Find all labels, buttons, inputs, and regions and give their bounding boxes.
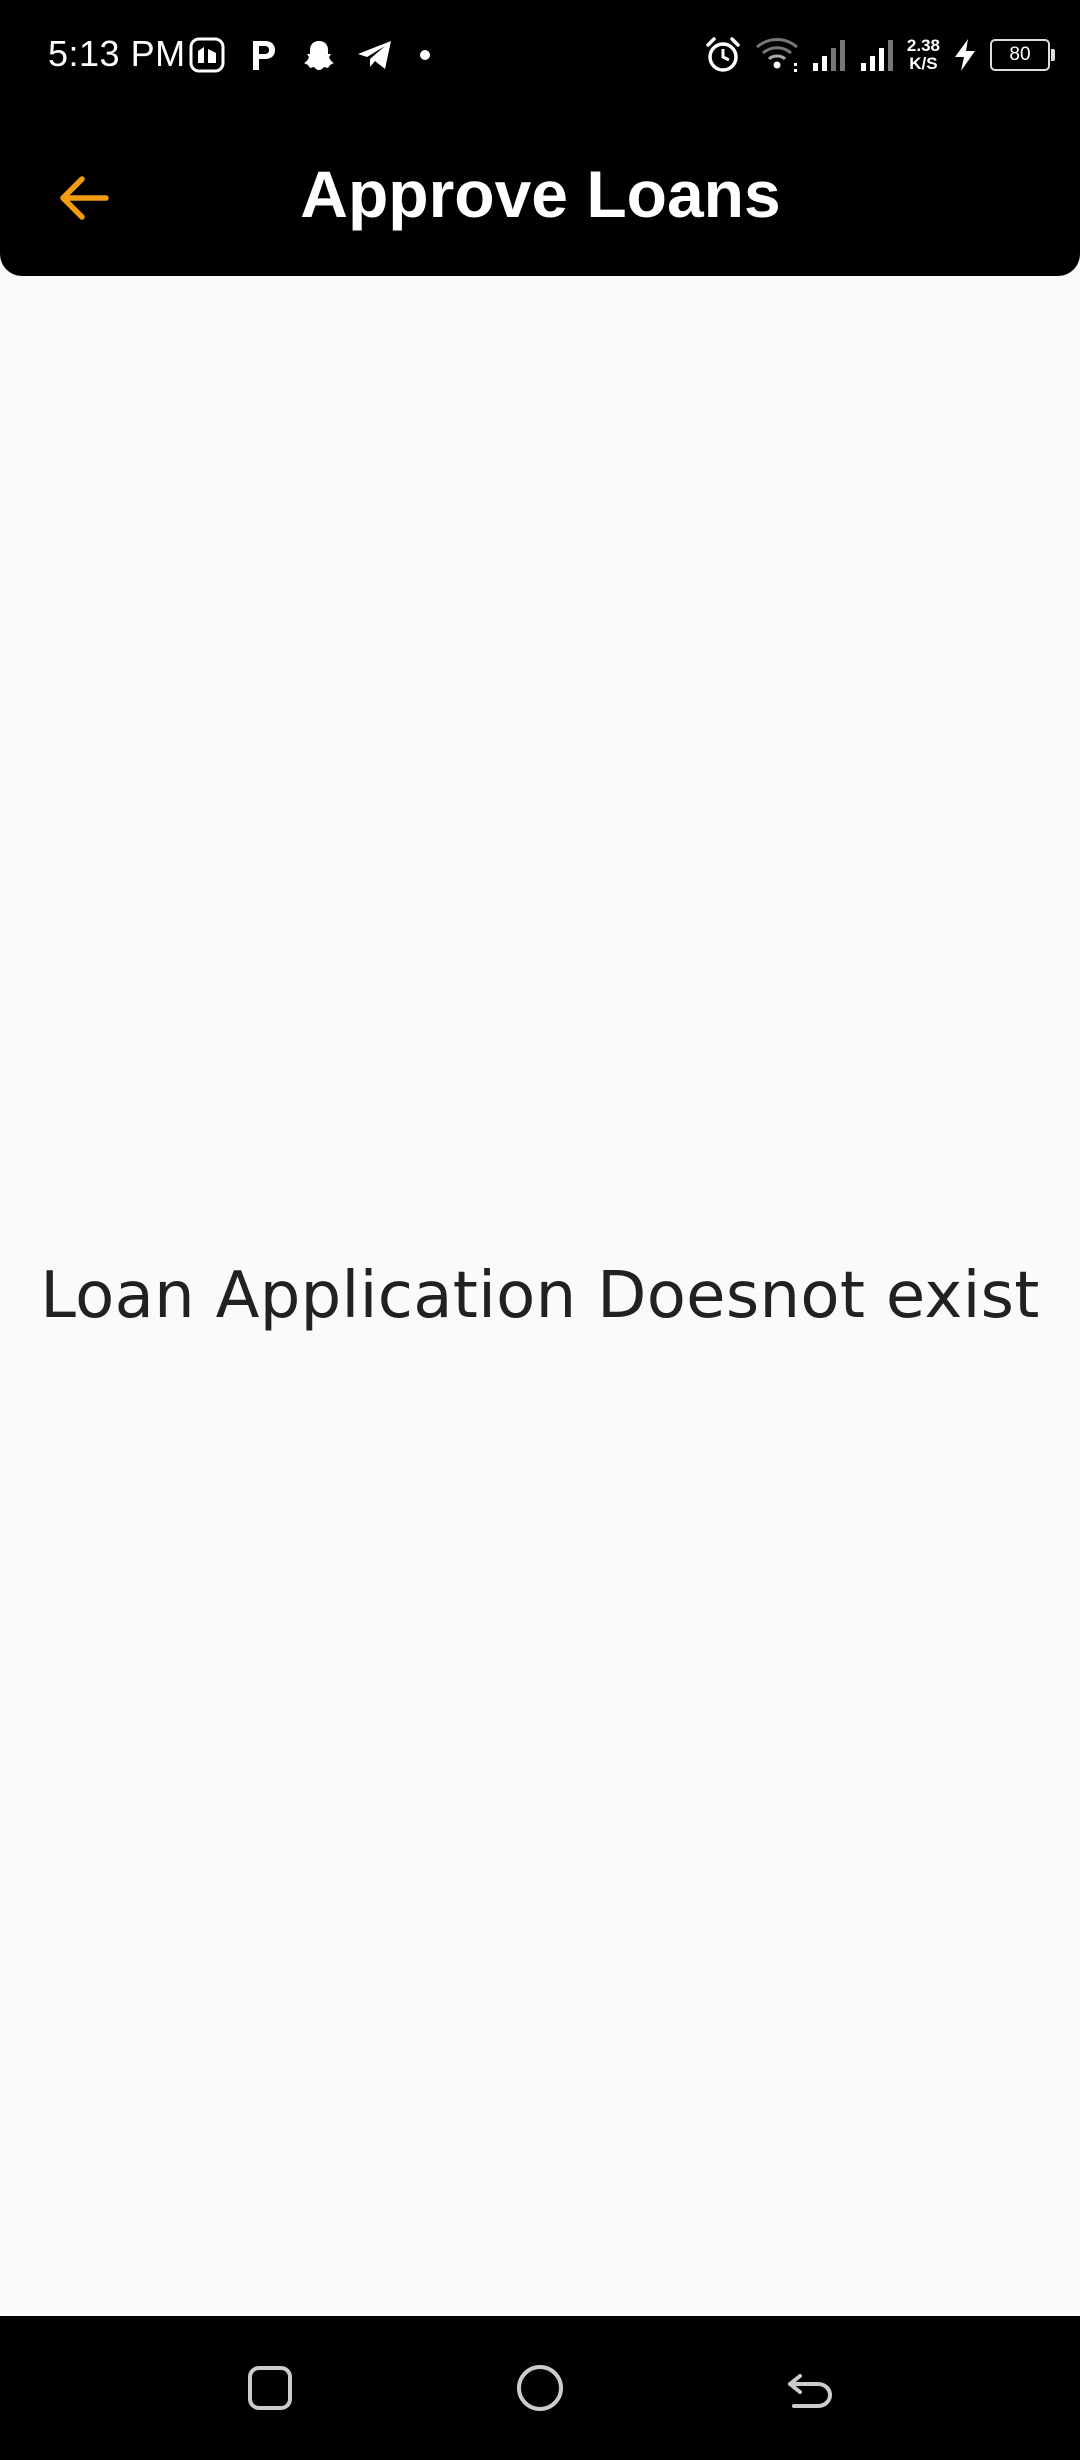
wifi-icon xyxy=(755,35,799,75)
page-title-text: Approve Loans xyxy=(300,157,781,231)
p-app-icon xyxy=(242,34,284,76)
status-time: 5:13 PM xyxy=(48,33,186,74)
battery-level: 80 xyxy=(1009,44,1031,65)
telegram-icon xyxy=(354,34,396,76)
nav-back-button[interactable] xyxy=(770,2348,850,2428)
battery-icon: 80 xyxy=(990,39,1055,71)
home-button[interactable] xyxy=(500,2348,580,2428)
recents-icon xyxy=(248,2366,292,2410)
network-speed-unit: K/S xyxy=(909,54,938,73)
back-icon xyxy=(788,2374,833,2408)
network-speed: 2.38 K/S xyxy=(907,37,940,73)
status-bar: 5:13 PM 2.38 K/S 80 xyxy=(0,0,1080,110)
snapchat-icon xyxy=(298,34,340,76)
empty-state-message: Loan Application Doesnot exist xyxy=(40,1259,1040,1333)
signal-icon xyxy=(811,37,847,73)
home-icon xyxy=(517,2365,563,2411)
recents-button[interactable] xyxy=(230,2348,310,2428)
app-bar: Approve Loans xyxy=(0,110,1080,276)
notification-icons xyxy=(186,32,430,78)
signal-icon xyxy=(859,37,895,73)
network-speed-value: 2.38 xyxy=(906,36,940,55)
charging-icon xyxy=(952,37,978,73)
alarm-icon xyxy=(703,35,743,75)
more-dot-icon xyxy=(420,50,430,60)
system-navigation-bar xyxy=(0,2316,1080,2460)
page-title: Approve Loans xyxy=(0,154,1080,234)
gallery-app-icon xyxy=(186,34,228,76)
top-bar-container: 5:13 PM 2.38 K/S 80 Approve Loans xyxy=(0,0,1080,276)
system-icons: 2.38 K/S 80 xyxy=(703,30,1055,80)
